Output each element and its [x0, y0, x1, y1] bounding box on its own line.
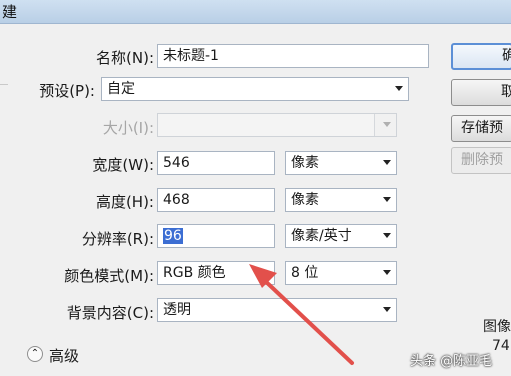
width-label: 宽度(W): [92, 156, 154, 174]
preset-select[interactable]: 自定 [101, 77, 409, 101]
size-select[interactable] [157, 113, 397, 137]
bit-depth-value: 8 位 [291, 265, 319, 281]
color-mode-select[interactable]: RGB 颜色 [157, 261, 275, 285]
ok-button[interactable]: 确 [451, 43, 511, 70]
cancel-button[interactable]: 取 [451, 79, 511, 106]
color-mode-label: 颜色模式(M): [64, 267, 154, 285]
background-value: 透明 [163, 302, 191, 318]
resolution-unit-select[interactable]: 像素/英寸 [285, 224, 397, 248]
chevron-down-icon [383, 270, 391, 275]
resolution-unit-value: 像素/英寸 [291, 228, 352, 244]
chevron-down-icon [395, 86, 403, 91]
name-input[interactable]: 未标题-1 [157, 44, 429, 68]
preset-label: 预设(P): [39, 82, 95, 100]
width-input[interactable]: 546 [157, 151, 275, 175]
size-dropdown-button [374, 114, 396, 136]
image-size-value: 74 [492, 338, 510, 354]
resolution-value: 96 [163, 228, 183, 244]
preset-value: 自定 [107, 81, 135, 97]
height-unit-value: 像素 [291, 192, 319, 208]
color-mode-value: RGB 颜色 [163, 265, 226, 281]
height-label: 高度(H): [95, 193, 154, 211]
chevron-down-icon [383, 197, 391, 202]
chevron-down-icon [383, 122, 391, 127]
height-value: 468 [163, 192, 190, 208]
chevron-down-icon [383, 307, 391, 312]
window-title: 建 [2, 3, 18, 21]
save-preset-button[interactable]: 存储预 [451, 115, 511, 142]
chevron-down-icon [383, 160, 391, 165]
background-label: 背景内容(C): [66, 304, 154, 322]
height-unit-select[interactable]: 像素 [285, 188, 397, 212]
resolution-input[interactable]: 96 [157, 224, 275, 248]
chevron-up-icon: ⌃ [30, 348, 40, 359]
width-value: 546 [163, 155, 190, 171]
bit-depth-select[interactable]: 8 位 [285, 261, 397, 285]
resolution-label: 分辨率(R): [81, 230, 154, 248]
watermark: 头条 @陈亚毛 [410, 354, 493, 369]
chevron-down-icon [383, 233, 391, 238]
background-select[interactable]: 透明 [157, 298, 397, 322]
image-size-label: 图像 [483, 319, 511, 335]
width-unit-select[interactable]: 像素 [285, 151, 397, 175]
delete-preset-button[interactable]: 删除预 [451, 147, 511, 174]
name-value: 未标题-1 [163, 48, 219, 64]
width-unit-value: 像素 [291, 155, 319, 171]
advanced-toggle-button[interactable]: ⌃ [27, 346, 43, 362]
size-label: 大小(I): [102, 119, 154, 137]
height-input[interactable]: 468 [157, 188, 275, 212]
title-bar: 建 [0, 0, 511, 24]
name-label: 名称(N): [96, 49, 154, 67]
advanced-label[interactable]: 高级 [49, 345, 79, 366]
